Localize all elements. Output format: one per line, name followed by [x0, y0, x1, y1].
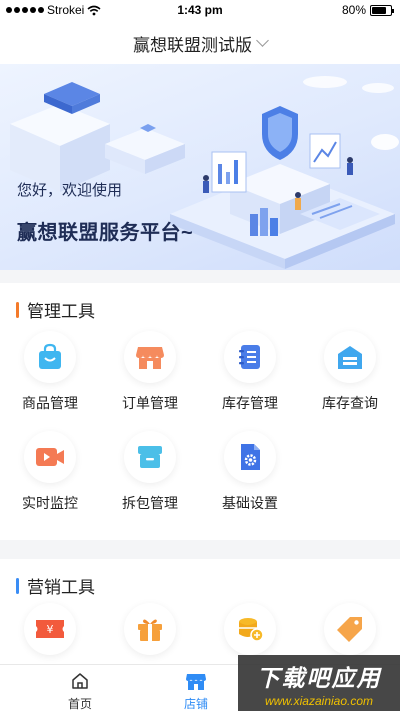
tag-button[interactable]: [300, 603, 400, 655]
coins-icon: [224, 603, 276, 655]
order-management-button[interactable]: 订单管理: [100, 331, 200, 413]
marketing-tools-section: 营销工具 ¥: [0, 559, 400, 669]
tool-label: 基础设置: [222, 495, 278, 511]
watermark-url: www.xiazainiao.com: [264, 693, 374, 708]
page-title: 赢想联盟测试版: [133, 35, 252, 55]
coupon-icon: ¥: [24, 603, 76, 655]
tool-label: 拆包管理: [122, 495, 178, 511]
section-accent-bar: [16, 577, 19, 594]
inventory-management-button[interactable]: 库存管理: [200, 331, 300, 413]
marketing-tool-grid: ¥: [0, 603, 400, 655]
video-icon: [24, 431, 76, 483]
tool-label: 实时监控: [22, 495, 78, 511]
gift-button[interactable]: [100, 603, 200, 655]
site-watermark: 下载吧应用 www.xiazainiao.com: [238, 655, 400, 711]
section-accent-bar: [16, 301, 19, 318]
section-title: 营销工具: [27, 578, 95, 597]
tag-icon: [324, 603, 376, 655]
tab-label: 店铺: [183, 697, 208, 711]
tab-label: 首页: [67, 697, 92, 711]
basic-settings-button[interactable]: 基础设置: [200, 431, 300, 513]
shop-icon: [124, 331, 176, 383]
section-header: 管理工具: [16, 297, 95, 322]
tool-label: 订单管理: [122, 395, 178, 411]
warehouse-icon: [324, 331, 376, 383]
watermark-title: 下载吧应用: [256, 664, 382, 691]
status-time: 1:43 pm: [177, 3, 223, 17]
tab-store[interactable]: 店铺: [166, 671, 226, 711]
store-switcher[interactable]: 赢想联盟测试版: [0, 22, 400, 64]
welcome-banner: 您好，欢迎使用 赢想联盟服务平台~: [0, 64, 400, 270]
settings-doc-icon: [224, 431, 276, 483]
unpacking-management-button[interactable]: 拆包管理: [100, 431, 200, 513]
banner-headline: 赢想联盟服务平台~: [17, 222, 194, 244]
tool-label: 库存管理: [222, 395, 278, 411]
section-title: 管理工具: [27, 302, 95, 321]
battery-level: [372, 6, 387, 14]
inventory-query-button[interactable]: 库存查询: [300, 331, 400, 413]
coins-button[interactable]: [200, 603, 300, 655]
product-management-button[interactable]: 商品管理: [0, 331, 100, 413]
store-icon: [186, 674, 206, 690]
gift-icon: [124, 603, 176, 655]
package-icon: [124, 431, 176, 483]
tab-home[interactable]: 首页: [50, 671, 110, 711]
banner-greeting: 您好，欢迎使用: [17, 182, 123, 199]
notebook-icon: [224, 331, 276, 383]
tool-label: 库存查询: [322, 395, 378, 411]
management-tools-section: 管理工具 商品管理 订单管理 库存管理 库存查询 实时监控 拆包管理 基础设置: [0, 283, 400, 540]
status-bar: Strokei 1:43 pm 80%: [0, 0, 400, 22]
battery-icon: [370, 4, 394, 16]
coupon-button[interactable]: ¥: [0, 603, 100, 655]
tool-label: 商品管理: [22, 395, 78, 411]
chevron-down-icon: [256, 34, 269, 47]
live-monitoring-button[interactable]: 实时监控: [0, 431, 100, 513]
bag-icon: [24, 331, 76, 383]
svg-text:¥: ¥: [47, 623, 54, 636]
section-header: 营销工具: [16, 573, 95, 598]
battery-info: 80%: [341, 3, 394, 17]
home-icon: [72, 673, 88, 689]
battery-percent: 80%: [341, 3, 366, 17]
management-tool-grid: 商品管理 订单管理 库存管理 库存查询 实时监控 拆包管理 基础设置: [0, 331, 400, 513]
